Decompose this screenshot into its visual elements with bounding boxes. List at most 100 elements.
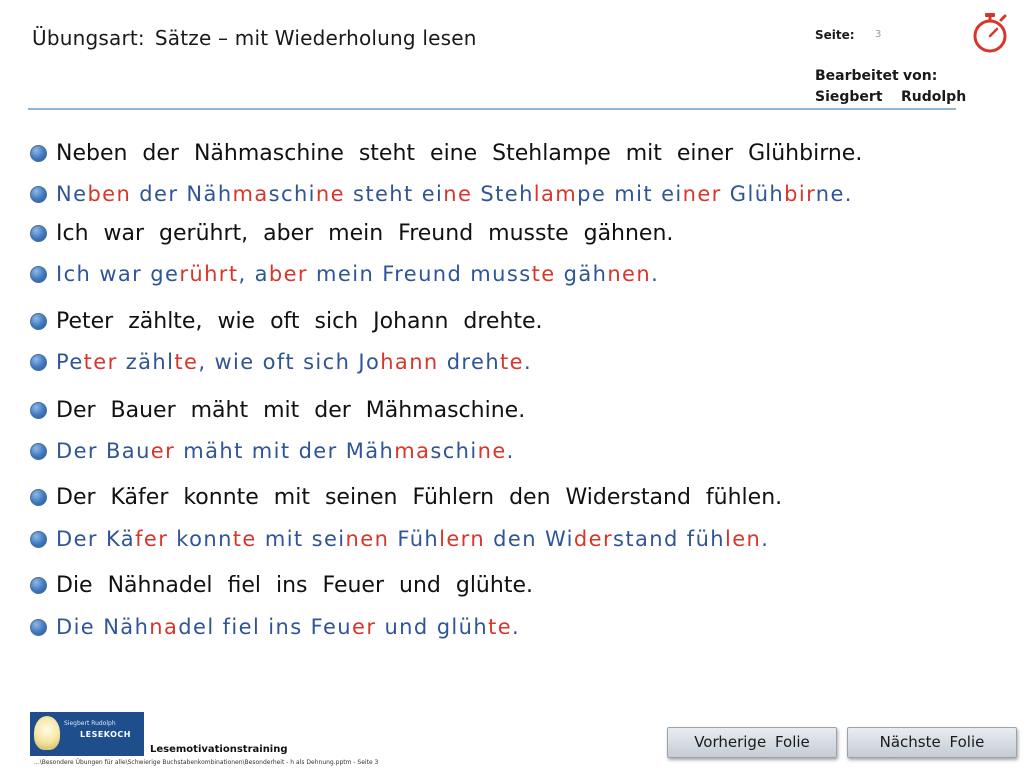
syllable-red: er: [352, 615, 377, 639]
lightbulb-icon: [34, 716, 60, 750]
syllable-red: len: [725, 527, 762, 551]
syllable-red: fer: [135, 527, 169, 551]
edited-label: Bearbeitet: [815, 68, 899, 84]
exercise-value: Sätze – mit Wiederholung lesen: [154, 26, 477, 50]
previous-slide-button[interactable]: Vorherige Folie: [667, 727, 837, 758]
syllable-sentence-row: Neben der Nähmaschine steht eine Stehlam…: [28, 179, 853, 209]
syllable-blue: mit sei: [256, 527, 346, 551]
file-path: ...\Besondere Übungen für alle\Schwierig…: [34, 759, 379, 766]
syllable-red: te: [488, 615, 513, 639]
syllable-red: lam: [533, 182, 578, 206]
bullet-icon[interactable]: [30, 144, 47, 162]
logo-brand: LESEKOCH: [80, 730, 131, 739]
syllable-red: rührt: [179, 262, 239, 286]
syllable-sentence-row: Die Nähnadel fiel ins Feuer und glühte.: [28, 612, 520, 642]
syllable-blue: Glüh: [721, 182, 785, 206]
syllable-red: te: [531, 262, 556, 286]
syllable-blue: schi: [268, 182, 316, 206]
syllable-blue: schi: [430, 439, 478, 463]
syllable-blue: , wie oft sich Jo: [198, 350, 381, 374]
syllable-red: ter: [83, 350, 118, 374]
syllable-blue: gäh: [555, 262, 608, 286]
syllable-red: te: [174, 350, 199, 374]
syllable-blue: stand füh: [613, 527, 725, 551]
syllable-blue: Füh: [389, 527, 440, 551]
next-slide-button[interactable]: Nächste Folie: [847, 727, 1017, 758]
syllable-red: ben: [87, 182, 132, 206]
bullet-icon[interactable]: [30, 224, 47, 242]
syllable-red: bir: [784, 182, 816, 206]
syllable-blue: zähl: [117, 350, 175, 374]
exercise-label: Übungsart:: [32, 26, 145, 50]
syllable-red: nen: [345, 527, 390, 551]
syllable-blue: Die Näh: [56, 615, 150, 639]
syllable-blue: .: [524, 350, 533, 374]
header-divider: [28, 108, 956, 110]
sentence-row: Neben der Nähmaschine steht eine Stehlam…: [28, 138, 862, 168]
lesekoch-logo: Siegbert Rudolph LESEKOCH: [30, 712, 144, 756]
editor-last-name: Rudolph: [901, 89, 967, 105]
syllable-red: der: [573, 527, 614, 551]
bullet-icon[interactable]: [30, 618, 47, 636]
syllable-red: lern: [439, 527, 486, 551]
syllable-sentence-text: Peter zählte, wie oft sich Johann drehte…: [56, 350, 532, 374]
syllable-blue: konn: [168, 527, 233, 551]
syllable-blue: del fiel ins Feu: [178, 615, 353, 639]
syllable-blue: .: [512, 615, 521, 639]
syllable-blue: Ne: [56, 182, 88, 206]
bullet-icon[interactable]: [30, 488, 47, 506]
syllable-blue: , a: [238, 262, 269, 286]
editor-info: Bearbeitet von: Siegbert Rudolph: [815, 66, 966, 108]
syllable-sentence-text: Neben der Nähmaschine steht eine Stehlam…: [56, 182, 853, 206]
syllable-blue: den Wi: [485, 527, 574, 551]
syllable-red: nen: [607, 262, 652, 286]
sentence-text: Ich war gerührt, aber mein Freund musste…: [56, 220, 674, 246]
syllable-red: ne: [443, 182, 473, 206]
edited-by-label: von:: [903, 68, 938, 84]
sentence-row: Peter zählte, wie oft sich Johann drehte…: [28, 306, 543, 336]
page-number: 3: [875, 29, 882, 40]
sentence-row: Der Käfer konnte mit seinen Fühlern den …: [28, 482, 782, 512]
stopwatch-icon[interactable]: [970, 12, 1010, 54]
bullet-icon[interactable]: [30, 401, 47, 419]
syllable-sentence-text: Der Käfer konnte mit seinen Fühlern den …: [56, 527, 769, 551]
syllable-blue: Steh: [472, 182, 534, 206]
syllable-red: te: [500, 350, 525, 374]
bullet-icon[interactable]: [30, 185, 47, 203]
bullet-icon[interactable]: [30, 442, 47, 460]
sentence-text: Der Käfer konnte mit seinen Fühlern den …: [56, 484, 783, 510]
syllable-red: ne: [477, 439, 507, 463]
bullet-icon[interactable]: [30, 312, 47, 330]
syllable-blue: Der Kä: [56, 527, 136, 551]
syllable-blue: steht ei: [344, 182, 444, 206]
syllable-red: ber: [268, 262, 308, 286]
syllable-blue: .: [761, 527, 770, 551]
sentence-row: Die Nähnadel fiel ins Feuer und glühte.: [28, 570, 533, 600]
sentence-text: Der Bauer mäht mit der Mähmaschine.: [56, 397, 526, 423]
bullet-icon[interactable]: [30, 576, 47, 594]
syllable-sentence-text: Der Bauer mäht mit der Mähmaschine.: [56, 439, 515, 463]
syllable-red: te: [232, 527, 257, 551]
bullet-icon[interactable]: [30, 353, 47, 371]
syllable-red: hann: [380, 350, 439, 374]
bullet-icon[interactable]: [30, 265, 47, 283]
syllable-red: ne: [315, 182, 345, 206]
sentence-row: Der Bauer mäht mit der Mähmaschine.: [28, 395, 525, 425]
syllable-blue: .: [506, 439, 515, 463]
syllable-red: na: [149, 615, 179, 639]
syllable-red: ma: [232, 182, 269, 206]
syllable-blue: mein Freund muss: [307, 262, 532, 286]
syllable-blue: und glüh: [376, 615, 489, 639]
syllable-blue: Ich war ge: [56, 262, 180, 286]
syllable-sentence-text: Die Nähnadel fiel ins Feuer und glühte.: [56, 615, 520, 639]
syllable-blue: der Näh: [131, 182, 233, 206]
syllable-red: er: [150, 439, 176, 463]
syllable-sentence-row: Peter zählte, wie oft sich Johann drehte…: [28, 347, 532, 377]
syllable-blue: ne.: [815, 182, 853, 206]
bullet-icon[interactable]: [30, 530, 47, 548]
editor-first-name: Siegbert: [815, 89, 883, 105]
logo-author: Siegbert Rudolph: [64, 720, 116, 727]
program-label: Lesemotivationstraining: [150, 744, 288, 755]
syllable-red: ner: [682, 182, 722, 206]
syllable-blue: Pe: [56, 350, 84, 374]
